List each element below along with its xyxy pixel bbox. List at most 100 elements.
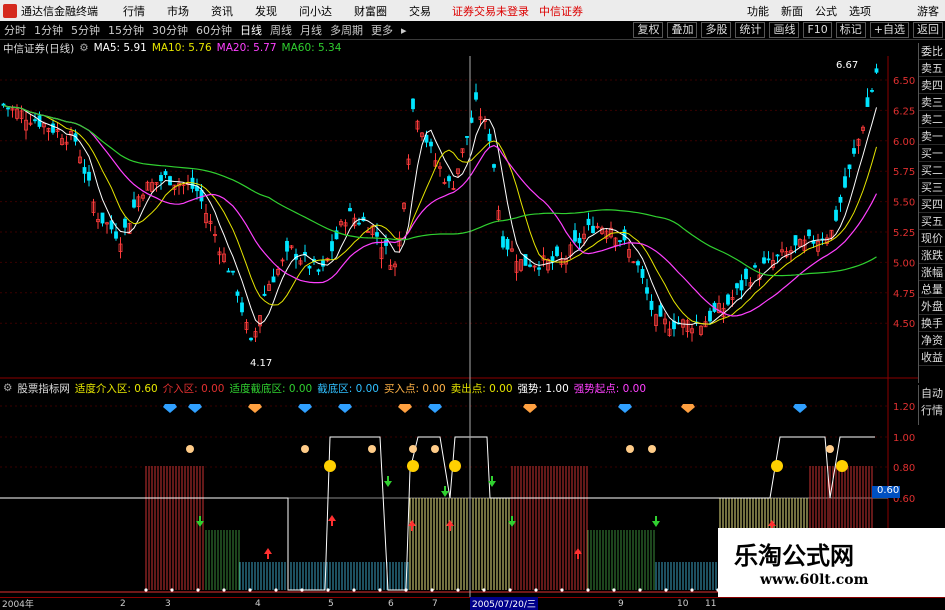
- legend-moderate-entry: 适度介入区: 0.60: [74, 382, 158, 395]
- date-tick: 2005/07/20/三: [470, 597, 538, 610]
- diamond-icon: [163, 404, 177, 413]
- thumb-icon: [431, 445, 439, 453]
- buy-arrow-icon: [408, 520, 416, 531]
- candle-body: [307, 265, 312, 269]
- thumb-icon: [368, 445, 376, 453]
- date-tick: 11: [705, 598, 717, 609]
- side-panel-item[interactable]: 涨跌: [919, 247, 945, 264]
- side-panel-item[interactable]: 净资: [919, 332, 945, 349]
- indicator-name[interactable]: 股票指标网: [17, 381, 70, 396]
- marker-dot: [222, 588, 226, 592]
- side-panel-item[interactable]: 总量: [919, 281, 945, 298]
- side-panel-item[interactable]: 委比: [919, 43, 945, 60]
- candle-body: [384, 239, 388, 246]
- side-panel-item[interactable]: 收益: [919, 349, 945, 366]
- legend-sell-point: 卖出点: 0.00: [450, 382, 513, 395]
- candle-body: [636, 261, 640, 266]
- candle-body: [847, 164, 852, 170]
- quotes-button[interactable]: 行情: [919, 402, 945, 419]
- candle-body: [429, 141, 433, 147]
- low-price-label: 4.17: [250, 358, 272, 369]
- side-panel-item[interactable]: 外盘: [919, 298, 945, 315]
- side-panel-item[interactable]: 买四: [919, 196, 945, 213]
- marker-dot: [170, 588, 174, 592]
- kline-chart[interactable]: 6.50 6.25 6.00 5.75 5.50 5.25 5.00 4.75 4.50 1.20…: [0, 0, 945, 609]
- smiley-icon: [407, 460, 419, 472]
- marker-dot: [144, 588, 148, 592]
- candle-body: [411, 98, 415, 110]
- candle-body: [708, 310, 712, 322]
- candle-body: [492, 164, 496, 168]
- side-panel-item[interactable]: 买一: [919, 145, 945, 162]
- candle-body: [555, 246, 559, 256]
- marker-dot: [274, 588, 278, 592]
- price-tick: 6.50: [893, 76, 915, 87]
- auto-button[interactable]: 自动: [919, 385, 945, 402]
- legend-strong-start: 强势起点: 0.00: [573, 382, 647, 395]
- candle-body: [762, 257, 766, 264]
- buy-arrow-icon: [264, 548, 272, 559]
- candle-body: [874, 68, 879, 73]
- smiley-icon: [324, 460, 336, 472]
- price-tick: 6.00: [893, 137, 915, 148]
- candle-body: [100, 212, 105, 224]
- thumb-icon: [409, 445, 417, 453]
- side-panel-item[interactable]: 卖五: [919, 60, 945, 77]
- side-panel-item[interactable]: 买三: [919, 179, 945, 196]
- side-panel-item[interactable]: 卖二: [919, 111, 945, 128]
- marker-dot: [586, 588, 590, 592]
- marker-dot: [664, 588, 668, 592]
- candle-body: [505, 238, 510, 250]
- side-panel-item[interactable]: 买五: [919, 213, 945, 230]
- candle-body: [226, 270, 231, 273]
- watermark-title: 乐淘公式网: [734, 542, 854, 570]
- side-panel-item[interactable]: 涨幅: [919, 264, 945, 281]
- candle-body: [735, 283, 739, 289]
- candle-body: [618, 240, 622, 243]
- side-panel-item[interactable]: 卖一: [919, 128, 945, 145]
- side-panel-item[interactable]: 卖三: [919, 94, 945, 111]
- candle-body: [577, 237, 582, 244]
- candle-body: [271, 276, 276, 283]
- candle-body: [199, 189, 204, 202]
- candle-body: [766, 258, 771, 261]
- candle-body: [739, 280, 744, 291]
- candle-body: [726, 294, 730, 305]
- candle-body: [658, 305, 663, 317]
- candle-body: [51, 123, 55, 133]
- candle-body: [744, 268, 748, 280]
- candle-body: [285, 240, 289, 252]
- diamond-icon: [398, 404, 412, 413]
- date-tick: 6: [388, 598, 394, 609]
- candle-body: [316, 269, 321, 272]
- date-tick: 5: [328, 598, 334, 609]
- diamond-icon: [428, 404, 442, 413]
- candle-body: [114, 231, 118, 239]
- candle-body: [82, 167, 87, 174]
- watermark: 乐淘公式网 www.60lt.com: [718, 528, 945, 597]
- candle-body: [852, 148, 856, 154]
- buy-arrow-icon: [446, 520, 454, 531]
- indicator-tick: 1.00: [893, 433, 915, 444]
- marker-dot: [508, 588, 512, 592]
- marker-dot: [560, 588, 564, 592]
- candle-body: [870, 90, 874, 92]
- marker-dot: [690, 588, 694, 592]
- diamond-icon: [298, 404, 312, 413]
- settings-icon[interactable]: ⚙: [3, 382, 12, 394]
- candle-body: [249, 337, 253, 341]
- indicator-legend: ⚙ 股票指标网 适度介入区: 0.60 介入区: 0.00 适度截底区: 0.0…: [0, 380, 651, 396]
- candle-body: [447, 176, 451, 182]
- candle-body: [321, 260, 325, 267]
- side-panel-item[interactable]: 现价: [919, 230, 945, 247]
- side-panel-item[interactable]: 卖四: [919, 77, 945, 94]
- price-tick: 5.75: [893, 167, 915, 178]
- candle-body: [753, 265, 757, 268]
- date-tick: 3: [165, 598, 171, 609]
- quote-side-panel: 委比 卖五 卖四 卖三 卖二 卖一 买一 买二 买三 买四 买五 现价 涨跌 涨幅 总量 外盘 换手 净资 收益: [918, 43, 945, 383]
- date-tick: 7: [432, 598, 438, 609]
- date-tick: 2004年: [2, 600, 34, 610]
- candle-body: [474, 92, 478, 100]
- side-panel-item[interactable]: 买二: [919, 162, 945, 179]
- side-panel-item[interactable]: 换手: [919, 315, 945, 332]
